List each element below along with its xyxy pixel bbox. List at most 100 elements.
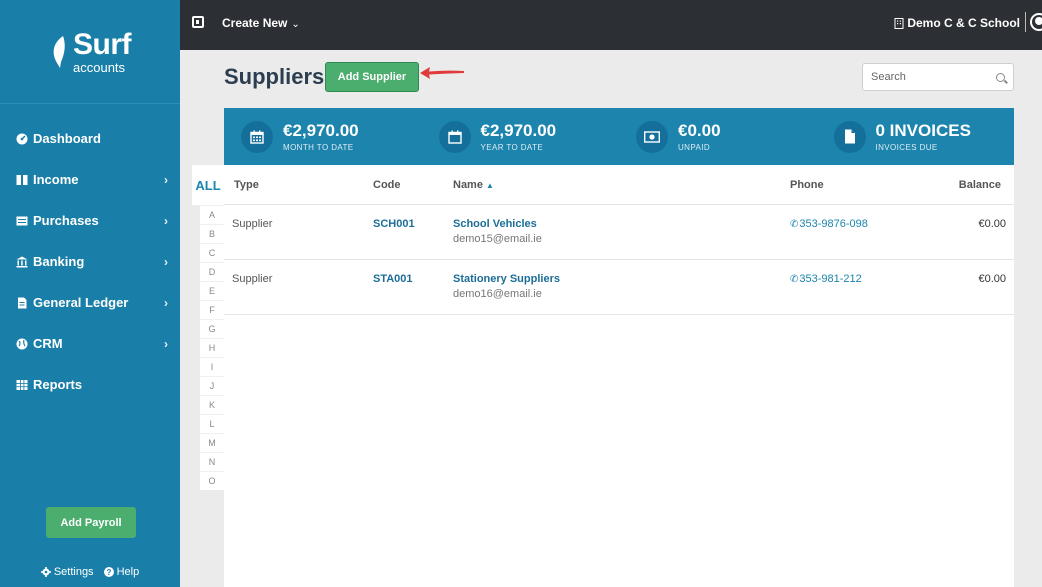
stat-label: MONTH TO DATE [283,142,354,152]
row-name-link[interactable]: School Vehicles [453,218,542,230]
alphabet-letter-l[interactable]: L [200,414,224,433]
sort-asc-icon: ▲ [485,180,494,190]
sidebar: Surf accounts Dashboard Income › Purchas… [0,0,180,587]
row-name-link[interactable]: Stationery Suppliers [453,273,560,285]
sidebar-item-label: Reports [33,377,83,392]
tachometer-icon [14,133,30,145]
alphabet-filter: A B C D E F G H I J K L M N O [200,205,224,490]
red-arrow-annotation-icon [420,67,464,79]
stat-value: €0.00 [678,120,721,140]
alphabet-letter-j[interactable]: J [200,376,224,395]
sidebar-nav: Dashboard Income › Purchases › Banking › [0,118,180,405]
phone-icon: ✆ [790,219,799,230]
logo-brand: Surf [73,27,132,61]
alphabet-letter-c[interactable]: C [200,243,224,262]
settings-label: Settings [53,566,94,578]
chevron-down-icon: ⌄ [291,19,300,30]
sidebar-item-reports[interactable]: Reports [0,364,180,405]
alphabet-letter-o[interactable]: O [200,471,224,490]
money-icon [636,120,668,153]
stat-unpaid: €0.00 UNPAID [619,108,817,165]
sidebar-item-crm[interactable]: CRM › [0,323,180,364]
add-supplier-button[interactable]: Add Supplier [325,62,419,92]
create-new-label: Create New [222,16,288,30]
calendar-icon [241,120,273,153]
document-icon [14,297,30,309]
stat-value: 0 INVOICES [875,120,971,140]
column-header-name-label: Name [453,178,483,191]
row-name-cell: Stationery Suppliers demo16@email.ie [453,273,560,300]
alphabet-letter-d[interactable]: D [200,262,224,281]
surf-accounts-logo[interactable]: Surf accounts [0,0,180,104]
stat-value: €2,970.00 [480,120,557,140]
alphabet-filter-all[interactable]: ALL [192,165,224,205]
column-header-phone[interactable]: Phone [790,179,824,191]
table-row[interactable]: Supplier SCH001 School Vehicles demo15@e… [224,205,1014,260]
column-header-name[interactable]: Name ▲ [453,179,494,191]
sidebar-item-label: Dashboard [33,131,101,146]
gear-icon [40,567,51,577]
list-icon [14,215,30,227]
row-email: demo15@email.ie [453,233,542,245]
svg-text:?: ? [106,568,111,577]
alphabet-letter-k[interactable]: K [200,395,224,414]
sidebar-item-banking[interactable]: Banking › [0,241,180,282]
search-box[interactable] [862,63,1014,91]
table-row[interactable]: Supplier STA001 Stationery Suppliers dem… [224,260,1014,315]
row-type: Supplier [232,273,273,285]
organization-switcher[interactable]: Demo C & C School [894,16,1020,30]
column-header-type[interactable]: Type [234,179,259,191]
create-new-dropdown[interactable]: Create New ⌄ [222,16,300,30]
alphabet-letter-e[interactable]: E [200,281,224,300]
alphabet-letter-g[interactable]: G [200,319,224,338]
alphabet-letter-b[interactable]: B [200,224,224,243]
row-phone[interactable]: ✆353-981-212 [790,273,862,285]
top-bar: Create New ⌄ Demo C & C School [180,0,1042,50]
row-phone[interactable]: ✆353-9876-098 [790,218,868,230]
user-avatar-icon[interactable] [1030,13,1042,31]
alphabet-letter-i[interactable]: I [200,357,224,376]
search-input[interactable] [871,71,996,83]
suppliers-table: Type Code Name ▲ Phone Balance Supplier S… [224,165,1014,587]
phone-icon: ✆ [790,274,799,285]
sidebar-footer: Settings ? Help [0,557,180,587]
sidebar-toggle-icon[interactable] [192,16,204,28]
row-type: Supplier [232,218,273,230]
alphabet-letter-a[interactable]: A [200,205,224,224]
alphabet-letter-n[interactable]: N [200,452,224,471]
stat-month-to-date: €2,970.00 MONTH TO DATE [224,108,422,165]
row-code-link[interactable]: SCH001 [373,218,415,230]
column-header-code[interactable]: Code [373,179,401,191]
chevron-right-icon: › [164,295,168,310]
stat-value: €2,970.00 [283,120,359,140]
alphabet-letter-f[interactable]: F [200,300,224,319]
row-email: demo16@email.ie [453,288,542,300]
chevron-right-icon: › [164,254,168,269]
sidebar-item-purchases[interactable]: Purchases › [0,200,180,241]
settings-link[interactable]: Settings [40,566,94,578]
sidebar-item-label: CRM [33,336,63,351]
surfboard-logo-icon [53,35,65,68]
column-header-balance[interactable]: Balance [959,179,1001,191]
add-payroll-button[interactable]: Add Payroll [46,507,136,538]
row-name-cell: School Vehicles demo15@email.ie [453,218,542,245]
bank-icon [14,256,30,268]
sidebar-item-income[interactable]: Income › [0,159,180,200]
search-icon[interactable] [996,72,1005,82]
organization-name: Demo C & C School [907,16,1020,30]
help-link[interactable]: ? Help [103,566,139,578]
chevron-right-icon: › [164,213,168,228]
stat-invoices-due: 0 INVOICES INVOICES DUE [817,108,1015,165]
row-code-link[interactable]: STA001 [373,273,413,285]
sidebar-item-general-ledger[interactable]: General Ledger › [0,282,180,323]
stat-year-to-date: €2,970.00 YEAR TO DATE [422,108,620,165]
divider [1025,12,1026,32]
alphabet-letter-h[interactable]: H [200,338,224,357]
row-phone-number: 353-9876-098 [799,218,868,230]
alphabet-letter-m[interactable]: M [200,433,224,452]
sidebar-item-dashboard[interactable]: Dashboard [0,118,180,159]
stat-label: INVOICES DUE [875,142,938,152]
file-icon [833,120,866,153]
sidebar-item-label: General Ledger [33,295,129,310]
row-phone-number: 353-981-212 [799,273,862,285]
